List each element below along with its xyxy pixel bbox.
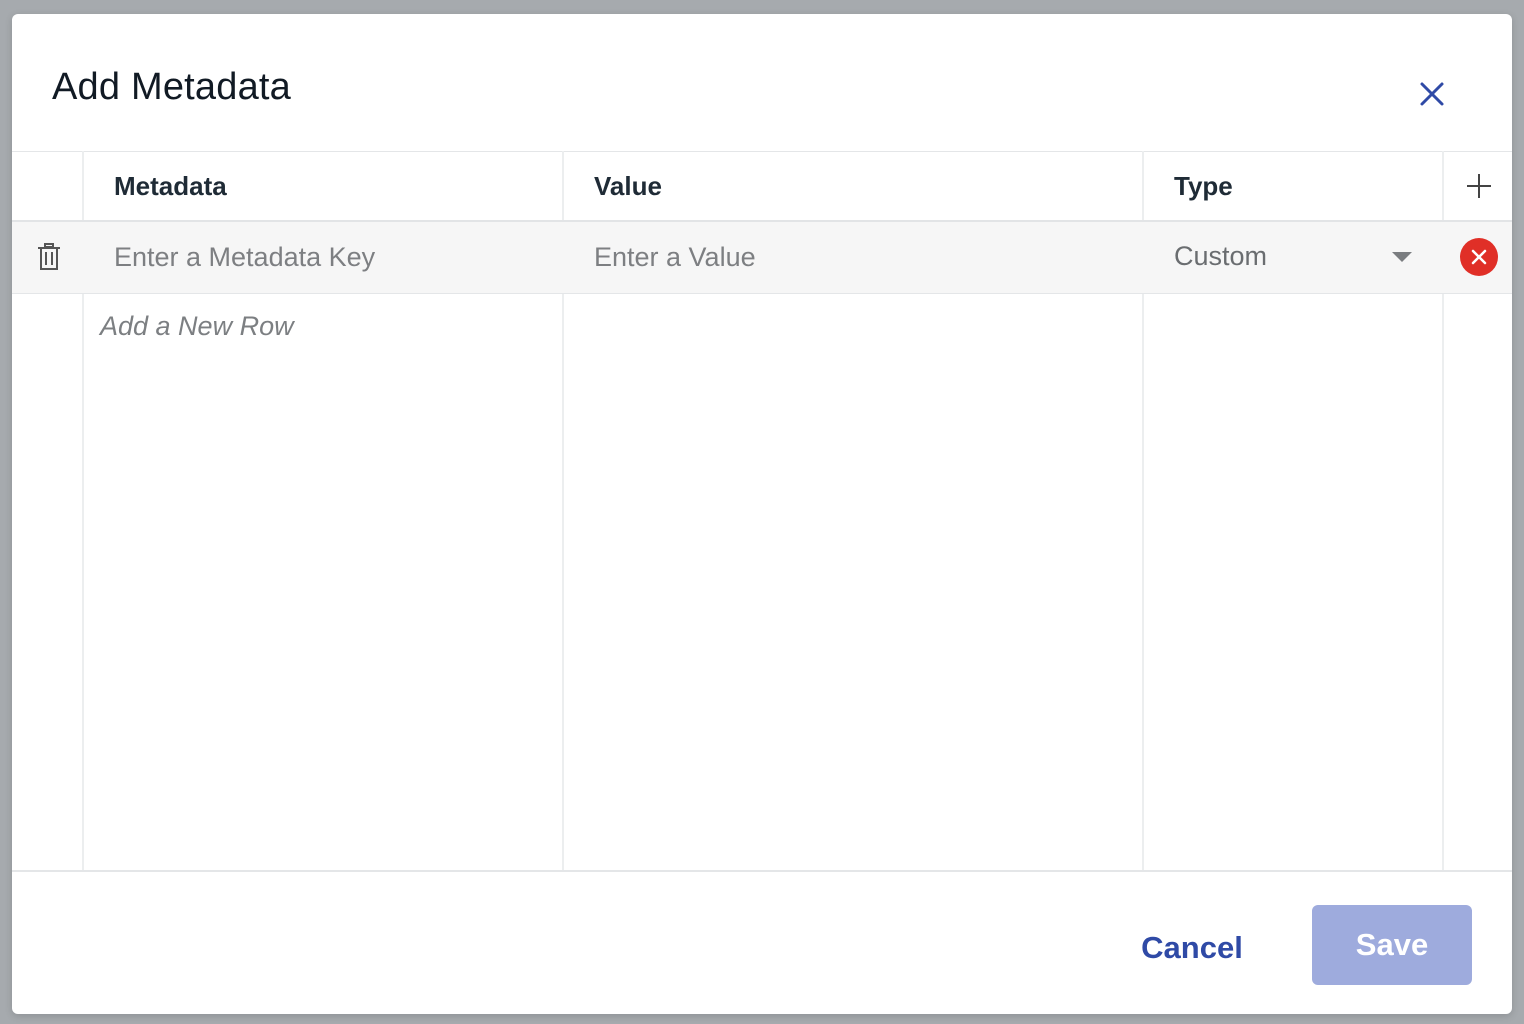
remove-row-button[interactable] [1460, 238, 1498, 276]
chevron-down-icon [1392, 252, 1412, 262]
save-button[interactable]: Save [1312, 905, 1472, 985]
column-header-metadata: Metadata [114, 171, 227, 201]
add-metadata-dialog: Add Metadata Metadata Value Type Enter a… [12, 14, 1512, 1014]
trash-icon [38, 243, 60, 270]
metadata-key-input[interactable] [114, 232, 544, 282]
table-header-row: Metadata Value Type [12, 151, 1512, 222]
delete-row-button[interactable] [36, 242, 62, 272]
close-button[interactable] [1412, 76, 1452, 116]
type-select-value: Custom [1174, 241, 1268, 271]
add-new-row-link[interactable]: Add a New Row [100, 311, 294, 342]
dialog-footer: Cancel Save [12, 870, 1512, 1014]
dialog-header: Add Metadata [12, 14, 1512, 152]
metadata-value-input[interactable] [594, 232, 1124, 282]
add-column-button[interactable] [1464, 171, 1494, 201]
plus-icon [1467, 174, 1491, 198]
column-header-value: Value [594, 171, 662, 201]
cancel-button[interactable]: Cancel [1122, 924, 1262, 972]
metadata-table: Metadata Value Type Enter a Metadata Key… [12, 151, 1512, 870]
close-icon [1420, 82, 1444, 106]
table-row: Custom [12, 222, 1512, 294]
dialog-title: Add Metadata [52, 66, 292, 108]
remove-circle-icon [1471, 249, 1487, 265]
column-header-type: Type [1174, 171, 1233, 201]
type-select[interactable]: Custom [1174, 232, 1424, 282]
